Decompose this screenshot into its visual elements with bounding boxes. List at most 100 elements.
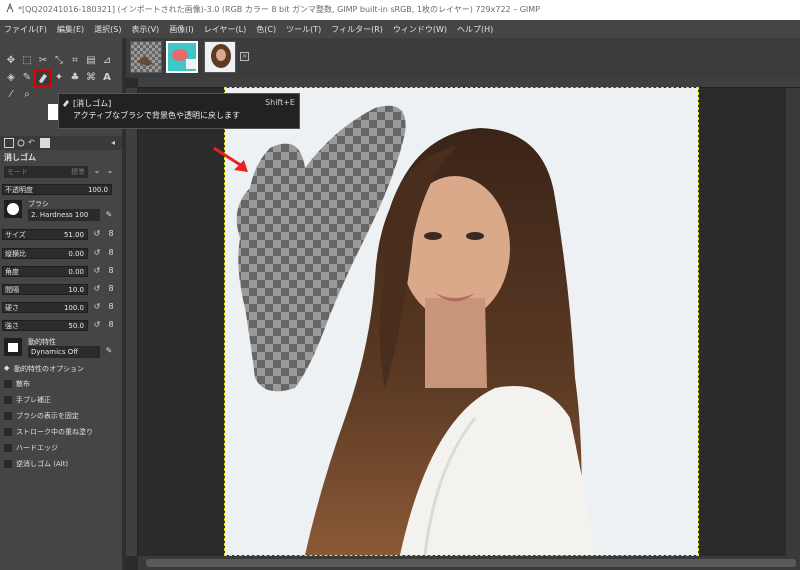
mode-select[interactable]: モード 標準 — [4, 166, 88, 178]
unified-transform-icon[interactable]: ▤ — [84, 54, 98, 68]
expand-dynamics-icon[interactable]: ◆ — [4, 364, 9, 372]
incremental-checkbox[interactable] — [4, 428, 12, 436]
horizontal-scroll-thumb[interactable] — [146, 559, 796, 567]
size-value: 51.00 — [63, 231, 84, 239]
menu-view[interactable]: 表示(V) — [131, 24, 159, 35]
window-title: *[QQ20241016-180321] (インポートされた画像)-3.0 (R… — [18, 5, 541, 14]
aspect-slider[interactable]: 縦横比 0.00 — [2, 248, 88, 259]
menu-tools[interactable]: ツール(T) — [286, 24, 321, 35]
scatter-label: 散布 — [16, 380, 30, 388]
menu-filters[interactable]: フィルター(R) — [331, 24, 383, 35]
warp-icon[interactable]: ⊿ — [100, 54, 114, 68]
menu-color[interactable]: 色(C) — [256, 24, 276, 35]
zoom-icon[interactable]: ⌕ — [20, 88, 34, 102]
color-picker-icon[interactable]: ⁄ — [4, 88, 18, 102]
vertical-scrollbar[interactable] — [786, 88, 800, 556]
hardness-label: 硬さ — [5, 304, 19, 312]
chevron-down-icon[interactable]: ⌄ — [92, 166, 102, 176]
spacing-value: 10.0 — [68, 286, 84, 294]
tool-options-tab-icon[interactable] — [4, 138, 14, 148]
crop-icon[interactable]: ⌗ — [68, 54, 82, 68]
bucket-fill-icon[interactable]: ◈ — [4, 71, 18, 85]
hardness-slider[interactable]: 硬さ 100.0 — [2, 302, 88, 313]
tooltip-eraser-icon — [63, 100, 69, 107]
smoothing-checkbox[interactable] — [4, 396, 12, 404]
horizontal-scrollbar[interactable] — [138, 556, 800, 570]
link-hardness-icon[interactable]: 8 — [106, 302, 116, 312]
size-slider[interactable]: サイズ 51.00 — [2, 229, 88, 240]
anti-erase-checkbox[interactable] — [4, 460, 12, 468]
move-icon[interactable]: ✥ — [4, 54, 18, 68]
vertical-ruler[interactable] — [126, 88, 138, 556]
menu-layer[interactable]: レイヤー(L) — [204, 24, 246, 35]
force-label: 強さ — [5, 322, 19, 330]
path-icon[interactable]: ⌘ — [84, 71, 98, 85]
dynamics-preview[interactable] — [4, 338, 22, 356]
mode-menu-icon[interactable]: ⌄ — [105, 166, 115, 176]
image-canvas[interactable] — [224, 87, 699, 556]
rect-select-icon[interactable]: ⬚ — [20, 54, 34, 68]
aspect-value: 0.00 — [68, 250, 84, 258]
edit-dynamics-icon[interactable]: ✎ — [104, 346, 114, 356]
reset-force-icon[interactable]: ↺ — [92, 320, 102, 330]
reset-size-icon[interactable]: ↺ — [92, 229, 102, 239]
link-aspect-icon[interactable]: 8 — [106, 248, 116, 258]
reset-angle-icon[interactable]: ↺ — [92, 266, 102, 276]
link-angle-icon[interactable]: 8 — [106, 266, 116, 276]
dynamics-options-label[interactable]: 動的特性のオプション — [14, 364, 84, 374]
reset-hardness-icon[interactable]: ↺ — [92, 302, 102, 312]
scissors-icon[interactable]: ✂ — [36, 54, 50, 68]
lock-brush-view-checkbox[interactable] — [4, 412, 12, 420]
edit-brush-icon[interactable]: ✎ — [104, 210, 114, 220]
opacity-label: 不透明度 — [5, 186, 33, 194]
paintbrush-icon[interactable]: ✎ — [20, 71, 34, 85]
menu-file[interactable]: ファイル(F) — [4, 24, 47, 35]
smudge-icon[interactable]: ✦ — [52, 71, 66, 85]
reset-aspect-icon[interactable]: ↺ — [92, 248, 102, 258]
brush-name-field[interactable]: 2. Hardness 100 — [28, 209, 100, 221]
menu-help[interactable]: ヘルプ(H) — [457, 24, 493, 35]
force-slider[interactable]: 強さ 50.0 — [2, 320, 88, 331]
text-icon[interactable]: A — [100, 71, 114, 85]
hard-edge-label: ハードエッジ — [16, 444, 58, 452]
menu-image[interactable]: 画像(I) — [169, 24, 194, 35]
spacing-slider[interactable]: 間隔 10.0 — [2, 284, 88, 295]
scatter-checkbox[interactable] — [4, 380, 12, 388]
image-thumbnail-3[interactable] — [204, 41, 236, 73]
close-icon[interactable]: × — [240, 52, 249, 61]
reset-spacing-icon[interactable]: ↺ — [92, 284, 102, 294]
menu-windows[interactable]: ウィンドウ(W) — [393, 24, 447, 35]
menu-select[interactable]: 選択(S) — [94, 24, 121, 35]
undo-history-tab-icon[interactable]: ↶ — [28, 138, 38, 148]
angle-slider[interactable]: 角度 0.00 — [2, 266, 88, 277]
hardness-value: 100.0 — [63, 304, 84, 312]
menu-bar: ファイル(F) 編集(E) 選択(S) 表示(V) 画像(I) レイヤー(L) … — [0, 20, 800, 38]
device-status-tab-icon[interactable] — [16, 138, 26, 148]
image-thumbnail-1[interactable] — [130, 41, 162, 73]
mode-value: 標準 — [71, 168, 85, 176]
hard-edge-checkbox[interactable] — [4, 444, 12, 452]
dock-tabs: ↶ ◂ — [0, 136, 122, 150]
eraser-icon[interactable] — [34, 69, 52, 87]
smoothing-label: 手ブレ補正 — [16, 396, 51, 404]
menu-edit[interactable]: 編集(E) — [57, 24, 84, 35]
link-spacing-icon[interactable]: 8 — [106, 284, 116, 294]
brush-preview[interactable] — [4, 200, 22, 218]
mode-label: モード — [7, 168, 28, 176]
link-size-icon[interactable]: 8 — [106, 229, 116, 239]
window-titlebar: *[QQ20241016-180321] (インポートされた画像)-3.0 (R… — [0, 0, 800, 20]
angle-label: 角度 — [5, 268, 19, 276]
link-force-icon[interactable]: 8 — [106, 320, 116, 330]
clone-icon[interactable]: ♣ — [68, 71, 82, 85]
fuzzy-select-icon[interactable]: ⤡ — [52, 54, 66, 68]
annotation-arrow-icon — [213, 146, 248, 172]
tab-menu-icon[interactable]: ◂ — [111, 138, 121, 148]
lock-brush-view-label: ブラシの表示を固定 — [16, 412, 79, 420]
brush-label: ブラシ — [28, 200, 49, 208]
images-tab-icon[interactable] — [40, 138, 50, 148]
tooltip-description: アクティブなブラシで背景色や透明に戻します — [73, 111, 240, 120]
image-thumbnail-2[interactable] — [166, 41, 198, 73]
dynamics-field[interactable]: Dynamics Off — [28, 346, 100, 358]
opacity-slider[interactable]: 不透明度 100.0 — [2, 184, 112, 195]
horizontal-ruler[interactable] — [138, 78, 800, 88]
